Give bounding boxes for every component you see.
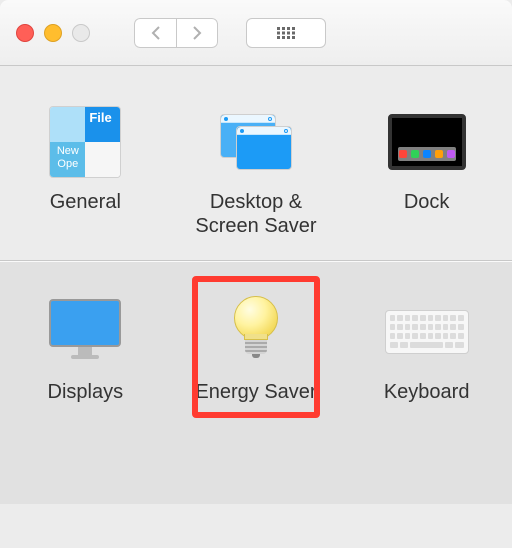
nav-segmented-control: [134, 18, 218, 48]
general-icon: File New Ope: [43, 100, 127, 184]
system-preferences-window: File New Ope General Desktop & Screen Sa…: [0, 0, 512, 548]
pref-displays[interactable]: Displays: [5, 290, 165, 404]
prefs-content: File New Ope General Desktop & Screen Sa…: [0, 66, 512, 504]
minimize-icon[interactable]: [44, 24, 62, 42]
pref-keyboard[interactable]: Keyboard: [347, 290, 507, 404]
pref-label: Displays: [48, 380, 124, 404]
pref-desktop-screensaver[interactable]: Desktop & Screen Saver: [176, 100, 336, 238]
titlebar: [0, 0, 512, 66]
pref-general[interactable]: File New Ope General: [5, 100, 165, 214]
pref-label: General: [50, 190, 121, 214]
desktop-screensaver-icon: [214, 100, 298, 184]
chevron-right-icon: [191, 26, 203, 40]
pref-dock[interactable]: Dock: [347, 100, 507, 214]
chevron-left-icon: [150, 26, 162, 40]
grid-icon: [277, 27, 295, 39]
pref-energy-saver[interactable]: Energy Saver: [176, 290, 336, 404]
back-button[interactable]: [134, 18, 176, 48]
displays-icon: [43, 290, 127, 374]
dock-icon: [385, 100, 469, 184]
show-all-button[interactable]: [246, 18, 326, 48]
close-icon[interactable]: [16, 24, 34, 42]
keyboard-icon: [385, 290, 469, 374]
lightbulb-icon: [214, 290, 298, 374]
prefs-row-2: Displays Energy Saver: [0, 261, 512, 504]
pref-label: Energy Saver: [195, 380, 316, 404]
pref-label: Desktop & Screen Saver: [181, 190, 331, 238]
window-controls: [16, 24, 90, 42]
zoom-icon: [72, 24, 90, 42]
prefs-row-1: File New Ope General Desktop & Screen Sa…: [0, 66, 512, 261]
forward-button[interactable]: [176, 18, 218, 48]
pref-label: Dock: [404, 190, 450, 214]
pref-label: Keyboard: [384, 380, 470, 404]
